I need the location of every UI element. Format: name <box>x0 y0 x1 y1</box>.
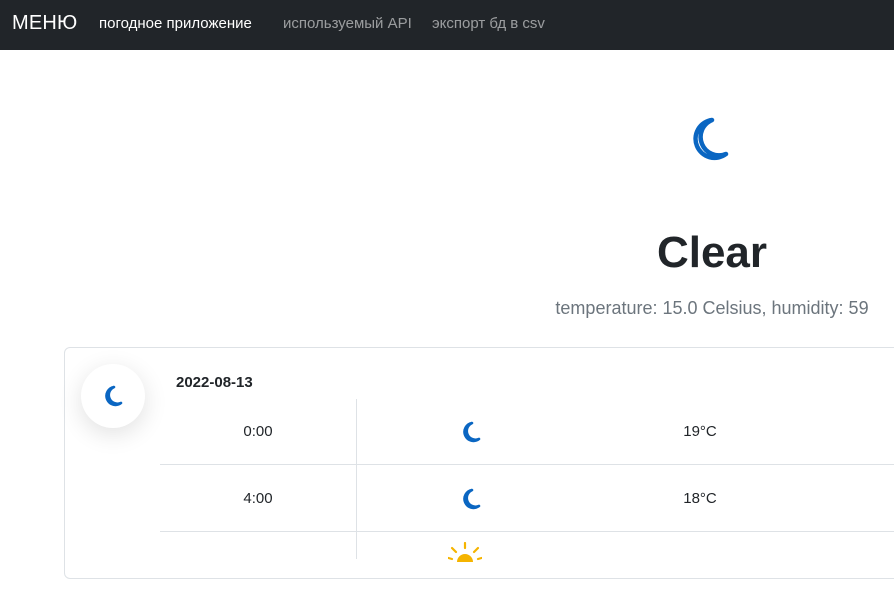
row-divider <box>160 531 894 532</box>
forecast-temp: 19°C <box>683 423 717 440</box>
forecast-row <box>160 533 894 599</box>
forecast-row: 0:00 19°C <box>160 399 894 465</box>
weather-details: temperature: 15.0 Celsius, humidity: 59 <box>555 298 869 318</box>
moon-icon <box>688 116 732 162</box>
brand-menu[interactable]: МЕНЮ <box>12 12 77 35</box>
forecast-badge <box>81 364 145 428</box>
moon-icon <box>461 421 481 448</box>
nav-api-used[interactable]: используемый API <box>283 15 412 33</box>
top-navbar: МЕНЮ погодное приложение используемый AP… <box>0 0 894 50</box>
row-divider <box>160 464 894 465</box>
nav-export-csv[interactable]: экспорт бд в csv <box>432 15 545 33</box>
moon-icon <box>105 385 123 407</box>
forecast-time: 4:00 <box>243 490 273 507</box>
moon-icon <box>461 488 481 515</box>
nav-weather-app[interactable]: погодное приложение <box>99 15 252 33</box>
forecast-temp: 18°C <box>683 490 717 507</box>
forecast-row: 4:00 18°C <box>160 466 894 532</box>
forecast-date: 2022-08-13 <box>176 374 253 391</box>
weather-condition: Clear <box>656 228 768 277</box>
forecast-time: 0:00 <box>243 423 273 440</box>
sun-icon <box>447 541 483 570</box>
